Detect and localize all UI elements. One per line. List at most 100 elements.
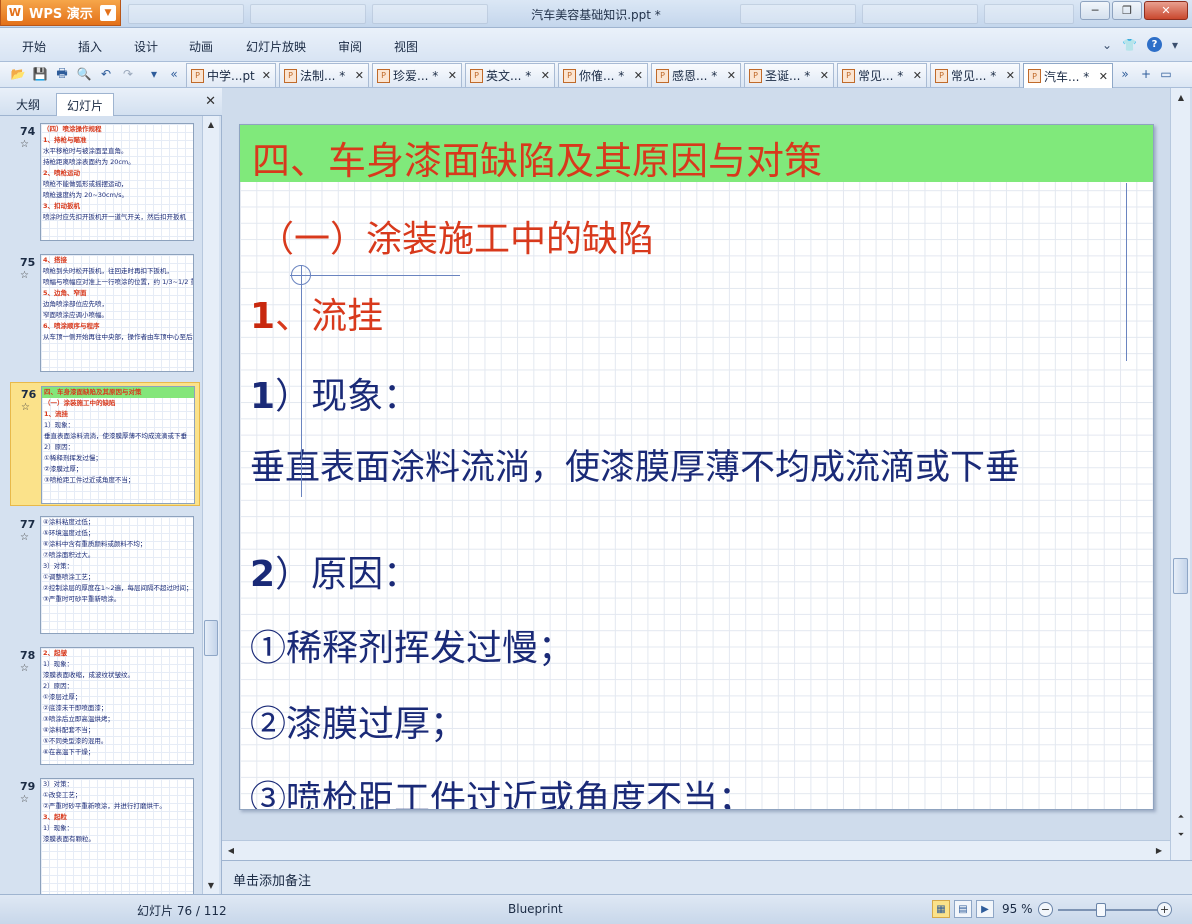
doc-tab[interactable]: P 感恩... * ✕	[651, 63, 741, 87]
scroll-up-icon[interactable]: ▲	[1174, 90, 1188, 104]
notes-placeholder[interactable]: 单击添加备注	[233, 870, 311, 889]
minimize-button[interactable]: ─	[1080, 1, 1110, 20]
vertical-guide[interactable]	[301, 265, 302, 497]
close-panel-icon[interactable]: ✕	[205, 94, 216, 109]
restore-button[interactable]: ❐	[1112, 1, 1142, 20]
scroll-right-icon[interactable]: ▶	[1152, 843, 1166, 857]
scroll-down-icon[interactable]: ▼	[204, 878, 218, 892]
zoom-out-icon[interactable]: −	[1038, 902, 1053, 917]
undo-icon[interactable]: ↶	[98, 66, 114, 82]
menu-view[interactable]: 视图	[394, 38, 418, 55]
help-icon[interactable]: ?	[1146, 37, 1162, 52]
phenomenon-label[interactable]: 1）现象：	[250, 367, 419, 419]
slide-number: 74	[20, 125, 36, 138]
slide-thumbnail[interactable]: 3）对策： ①改变工艺； ②严重时砂平重新喷涂，并进行打磨烘干。 3、起粒 1）现象： 漆…	[40, 778, 194, 894]
save-icon[interactable]: 💾	[32, 66, 48, 82]
horizontal-guide[interactable]	[290, 275, 460, 276]
menu-review[interactable]: 审阅	[338, 38, 362, 55]
ribbon-collapse-icon[interactable]: ⌄	[1102, 38, 1112, 52]
slide-thumbnail-row[interactable]: 77 ☆ ④涂料粘度过低； ⑤环境温度过低； ⑥涂料中含有重质颜料或颜料不均； ⑦喷涂面积…	[10, 513, 200, 637]
thumbnail-text-line: 1）现象：	[43, 660, 74, 668]
tab-outline[interactable]: 大纲	[6, 93, 50, 116]
zoom-in-icon[interactable]: +	[1157, 902, 1172, 917]
normal-view-icon[interactable]: ▦	[932, 900, 950, 918]
menu-home[interactable]: 开始	[22, 38, 46, 55]
section-title[interactable]: 1、流挂	[250, 287, 383, 339]
cause-item[interactable]: ②漆膜过厚；	[250, 695, 466, 747]
tab-list-icon[interactable]: ▭	[1158, 66, 1174, 82]
prev-slide-icon[interactable]: ⏶	[1174, 810, 1188, 824]
scroll-left-icon[interactable]: ◀	[224, 843, 238, 857]
doc-tab[interactable]: P 英文... * ✕	[465, 63, 555, 87]
slide-thumbnail[interactable]: 四、车身漆面缺陷及其原因与对策 （一）涂装施工中的缺陷 1、流挂 1）现象： 垂直表面涂…	[41, 386, 195, 504]
section-title-text: 、流挂	[275, 296, 384, 337]
print-preview-icon[interactable]: 🔍	[76, 66, 92, 82]
slideshow-icon[interactable]: ▶	[976, 900, 994, 918]
cause-item[interactable]: ③喷枪距工件过近或角度不当；	[250, 770, 754, 809]
slide-thumbnail[interactable]: （四）喷涂操作规程 1、持枪与瞄准 水平移枪时与被涂面呈直角。 持枪距离喷涂表面约为 …	[40, 123, 194, 241]
slide[interactable]: 四、车身漆面缺陷及其原因与对策 （一）涂装施工中的缺陷 1、流挂 1）现象： 垂…	[239, 124, 1154, 810]
print-icon[interactable]: 🖶	[54, 66, 70, 82]
close-tab-icon[interactable]: ✕	[1099, 70, 1108, 83]
close-tab-icon[interactable]: ✕	[727, 69, 736, 82]
slide-thumbnail[interactable]: 2、起皱 1）现象： 漆膜表面收缩，成波纹状皱纹。 2）原因： ①漆层过厚； ②底漆未干即…	[40, 647, 194, 765]
thumbnail-list[interactable]: 74 ☆ （四）喷涂操作规程 1、持枪与瞄准 水平移枪时与被涂面呈直角。 持枪距离喷涂表面…	[0, 116, 202, 894]
tab-slides[interactable]: 幻灯片	[56, 93, 115, 116]
close-tab-icon[interactable]: ✕	[448, 69, 457, 82]
close-tab-icon[interactable]: ✕	[355, 69, 364, 82]
slide-thumbnail[interactable]: 4、搭接 喷枪到头时松开扳机，往回走时再扣下扳机， 喷幅与喷幅应对准上一行喷涂的位置…	[40, 254, 194, 372]
notes-pane[interactable]: 单击添加备注	[222, 860, 1192, 894]
scroll-thumb[interactable]	[204, 620, 218, 656]
close-tab-icon[interactable]: ✕	[913, 69, 922, 82]
doc-tab[interactable]: P 圣诞... * ✕	[744, 63, 834, 87]
new-tab-icon[interactable]: +	[1138, 66, 1154, 82]
close-tab-icon[interactable]: ✕	[634, 69, 643, 82]
chevron-down-icon[interactable]: ▾	[1172, 38, 1178, 52]
menu-animation[interactable]: 动画	[189, 38, 213, 55]
customize-toolbar-icon[interactable]: ▾	[146, 66, 162, 82]
slide-vertical-scrollbar[interactable]: ▲ ⏶ ⏷	[1170, 88, 1190, 860]
slide-sorter-icon[interactable]: ▤	[954, 900, 972, 918]
doc-tab[interactable]: P 常见... * ✕	[930, 63, 1020, 87]
doc-tab[interactable]: P 中学...pt ✕	[186, 63, 276, 87]
zoom-slider-thumb[interactable]	[1096, 903, 1106, 917]
phenomenon-text[interactable]: 垂直表面涂料流淌，使漆膜厚薄不均成流滴或下垂	[250, 439, 1020, 490]
slide-subheading[interactable]: （一）涂装施工中的缺陷	[258, 210, 654, 262]
scroll-up-icon[interactable]: ▲	[204, 117, 218, 131]
scroll-thumb[interactable]	[1173, 558, 1188, 594]
slide-heading[interactable]: 四、车身漆面缺陷及其原因与对策	[252, 130, 822, 185]
doc-tab[interactable]: P 法制... * ✕	[279, 63, 369, 87]
next-slide-icon[interactable]: ⏷	[1174, 828, 1188, 842]
slide-thumbnail-row[interactable]: 74 ☆ （四）喷涂操作规程 1、持枪与瞄准 水平移枪时与被涂面呈直角。 持枪距离喷涂表面…	[10, 120, 200, 244]
skin-icon[interactable]: 👕	[1122, 38, 1137, 52]
slide-horizontal-scrollbar[interactable]: ◀ ▶	[222, 840, 1170, 860]
doc-tab[interactable]: P 珍爱... * ✕	[372, 63, 462, 87]
slide-thumbnail[interactable]: ④涂料粘度过低； ⑤环境温度过低； ⑥涂料中含有重质颜料或颜料不均； ⑦喷涂面积过大。…	[40, 516, 194, 634]
slide-thumbnail-row[interactable]: 79 ☆ 3）对策： ①改变工艺； ②严重时砂平重新喷涂，并进行打磨烘干。 3、起粒 1）现…	[10, 775, 200, 894]
vertical-guide[interactable]	[1126, 183, 1127, 361]
slide-thumbnail-row[interactable]: 76 ☆ 四、车身漆面缺陷及其原因与对策 （一）涂装施工中的缺陷 1、流挂 1）现象： 垂直…	[10, 382, 200, 506]
thumbnail-text-line: 2、喷枪运动	[43, 169, 81, 177]
close-tab-icon[interactable]: ✕	[820, 69, 829, 82]
cause-label[interactable]: 2）原因：	[250, 545, 419, 597]
tabs-scroll-left-icon[interactable]: «	[166, 66, 182, 82]
open-folder-icon[interactable]: 📂	[10, 66, 26, 82]
app-menu-button[interactable]: W WPS 演示 ▼	[0, 0, 121, 26]
slide-thumbnail-row[interactable]: 78 ☆ 2、起皱 1）现象： 漆膜表面收缩，成波纹状皱纹。 2）原因： ①漆层过厚； ②底漆…	[10, 644, 200, 768]
menu-slideshow[interactable]: 幻灯片放映	[246, 38, 306, 55]
cause-item[interactable]: ①稀释剂挥发过慢；	[250, 619, 574, 671]
thumbnail-scrollbar[interactable]: ▲ ▼	[202, 116, 219, 894]
close-tab-icon[interactable]: ✕	[541, 69, 550, 82]
slide-thumbnail-row[interactable]: 75 ☆ 4、搭接 喷枪到头时松开扳机，往回走时再扣下扳机， 喷幅与喷幅应对准上一行喷涂…	[10, 251, 200, 375]
zoom-slider-track[interactable]	[1058, 909, 1158, 911]
close-tab-icon[interactable]: ✕	[1006, 69, 1015, 82]
menu-design[interactable]: 设计	[134, 38, 158, 55]
close-tab-icon[interactable]: ✕	[262, 69, 271, 82]
doc-tab[interactable]: P 你傕... * ✕	[558, 63, 648, 87]
doc-tab-active[interactable]: P 汽车... * ✕	[1023, 63, 1113, 88]
tabs-scroll-right-icon[interactable]: »	[1117, 66, 1133, 82]
close-button[interactable]: ✕	[1144, 1, 1188, 20]
menu-insert[interactable]: 插入	[78, 38, 102, 55]
doc-tab[interactable]: P 常见... * ✕	[837, 63, 927, 87]
redo-icon[interactable]: ↷	[120, 66, 136, 82]
